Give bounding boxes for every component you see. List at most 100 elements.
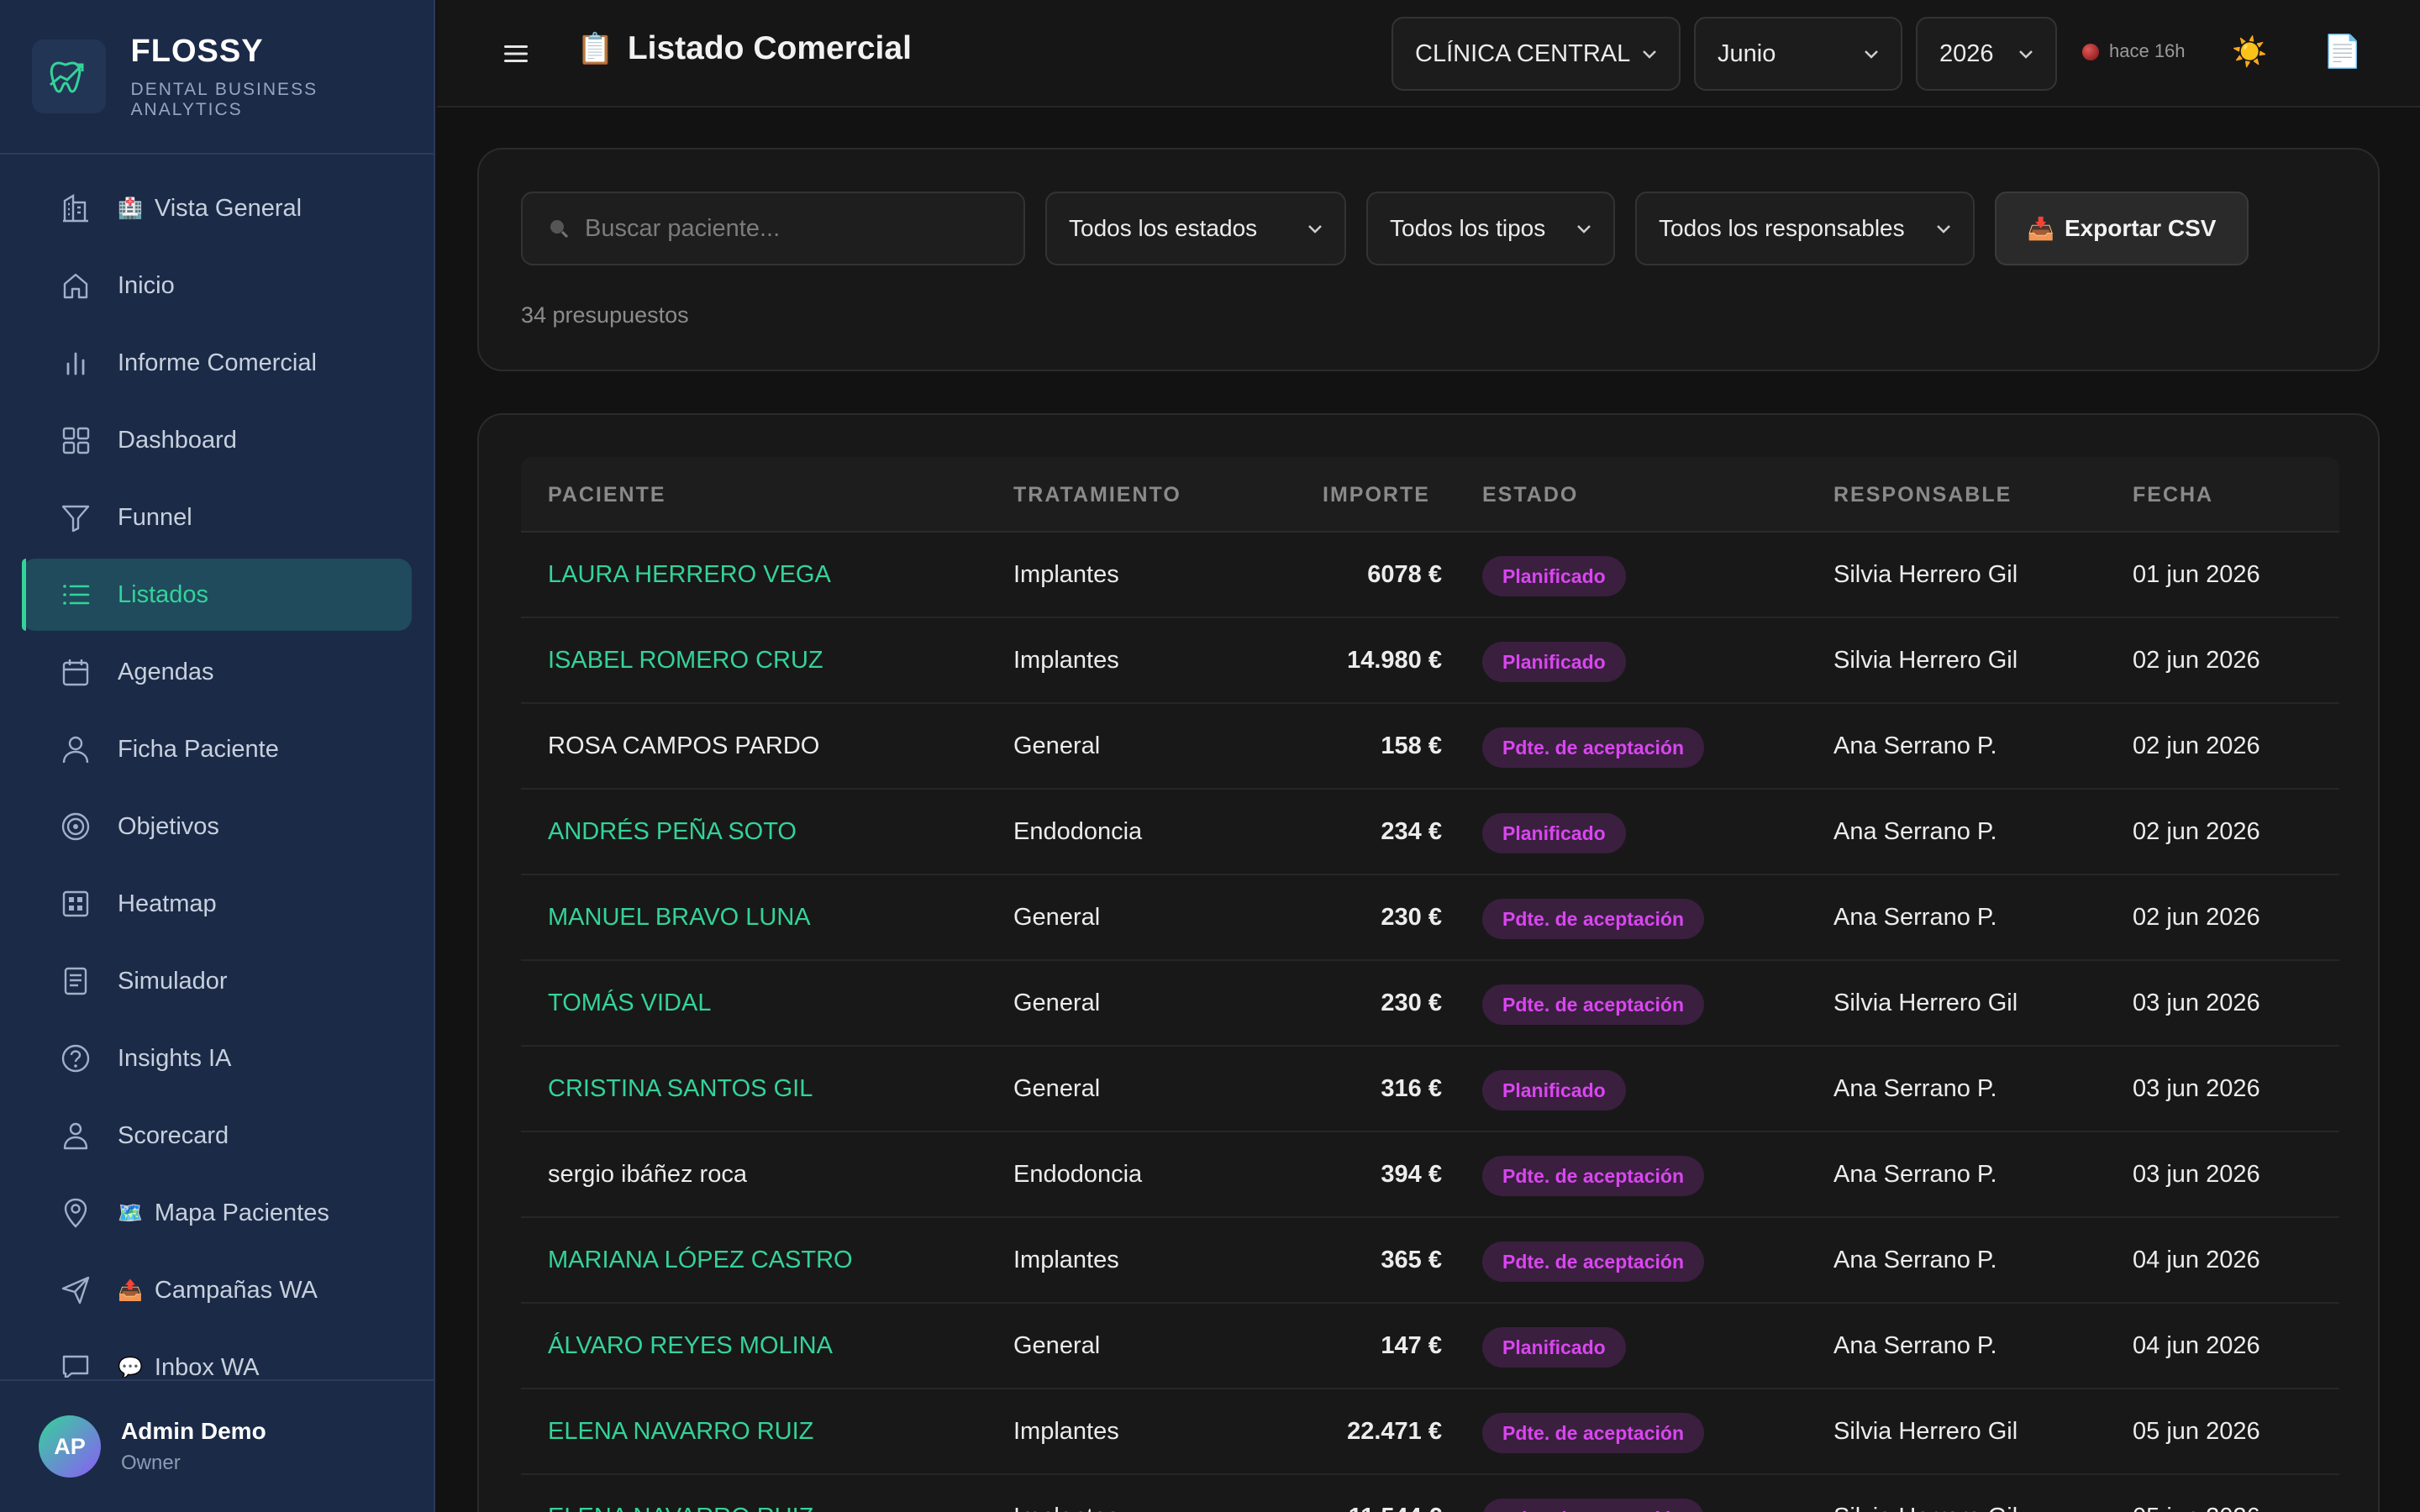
amount-cell: 147 € bbox=[1381, 1332, 1442, 1359]
patient-name-link[interactable]: ANDRÉS PEÑA SOTO bbox=[548, 790, 797, 874]
estado-filter-value: Todos los estados bbox=[1069, 215, 1258, 241]
column-header-importe[interactable]: IMPORTE bbox=[1323, 457, 1430, 533]
table-row[interactable]: sergio ibáñez roca Endodoncia 394 € Pdte. d… bbox=[521, 1132, 2339, 1218]
sidebar-item-dashboard[interactable]: Dashboard bbox=[22, 404, 412, 476]
sidebar: FLOSSY DENTAL BUSINESS ANALYTICS 🏥 Vista … bbox=[0, 0, 435, 1512]
sidebar-item-mapa-pacientes[interactable]: 🗺️ Mapa Pacientes bbox=[22, 1177, 412, 1249]
date-cell: 01 jun 2026 bbox=[2133, 561, 2260, 588]
table-row[interactable]: LAURA HERRERO VEGA Implantes 6078 € Planifi… bbox=[521, 533, 2339, 618]
responsible-cell: Silvia Herrero Gil bbox=[1833, 990, 2018, 1016]
sidebar-item-insights-ia[interactable]: Insights IA bbox=[22, 1022, 412, 1095]
status-badge: Planificado bbox=[1482, 1070, 1626, 1110]
search-input[interactable] bbox=[585, 214, 1005, 243]
patient-name-link[interactable]: ELENA NAVARRO RUIZ bbox=[548, 1389, 813, 1473]
column-header-tratamiento[interactable]: TRATAMIENTO bbox=[1013, 457, 1181, 533]
brand[interactable]: FLOSSY DENTAL BUSINESS ANALYTICS bbox=[0, 0, 434, 155]
sidebar-item-inicio[interactable]: Inicio bbox=[22, 249, 412, 322]
patient-name-link[interactable]: CRISTINA SANTOS GIL bbox=[548, 1047, 813, 1131]
sidebar-item-label: Agendas bbox=[118, 658, 214, 685]
status-badge: Pdte. de aceptación bbox=[1482, 1499, 1705, 1512]
clinic-select-value: CLÍNICA CENTRAL bbox=[1415, 39, 1631, 67]
patient-name-link[interactable]: ÁLVARO REYES MOLINA bbox=[548, 1304, 833, 1388]
user-name: Admin Demo bbox=[121, 1418, 266, 1444]
amount-cell: 11.544 € bbox=[1274, 1475, 1442, 1512]
sidebar-item-ficha-paciente[interactable]: Ficha Paciente bbox=[22, 713, 412, 785]
patient-name-link[interactable]: ISABEL ROMERO CRUZ bbox=[548, 618, 823, 702]
table-row[interactable]: ELENA NAVARRO RUIZ Implantes 11.544 € Pdte.… bbox=[521, 1475, 2339, 1512]
status-badge: Pdte. de aceptación bbox=[1482, 1413, 1705, 1453]
tipo-filter-select[interactable]: Todos los tipos bbox=[1366, 192, 1615, 265]
funnel-icon bbox=[59, 501, 92, 534]
sync-status-dot bbox=[2082, 44, 2099, 60]
table-row[interactable]: ÁLVARO REYES MOLINA General 147 € Planifica… bbox=[521, 1304, 2339, 1389]
sidebar-item-inbox-wa[interactable]: 💬 Inbox WA bbox=[22, 1331, 412, 1378]
page-title: 📋 Listado Comercial bbox=[576, 30, 912, 67]
responsible-cell: Ana Serrano P. bbox=[1833, 904, 1997, 931]
sidebar-item-simulador[interactable]: Simulador bbox=[22, 945, 412, 1017]
sidebar-item-objetivos[interactable]: Objetivos bbox=[22, 790, 412, 863]
patient-name-link[interactable]: ELENA NAVARRO RUIZ bbox=[548, 1475, 813, 1512]
responsible-cell: Ana Serrano P. bbox=[1833, 1161, 1997, 1188]
responsible-cell: Ana Serrano P. bbox=[1833, 818, 1997, 845]
sidebar-item-label: Objetivos bbox=[118, 812, 219, 840]
sidebar-item-listados[interactable]: Listados bbox=[22, 559, 412, 631]
responsable-filter-select[interactable]: Todos los responsables bbox=[1635, 192, 1975, 265]
document-icon[interactable]: 📄 bbox=[2323, 34, 2362, 71]
table-row[interactable]: TOMÁS VIDAL General 230 € Pdte. de aceptaci… bbox=[521, 961, 2339, 1047]
amount-cell: 230 € bbox=[1381, 990, 1442, 1016]
building-icon bbox=[59, 192, 92, 225]
patient-name: ROSA CAMPOS PARDO bbox=[548, 732, 820, 759]
table-row[interactable]: ROSA CAMPOS PARDO General 158 € Pdte. de ac… bbox=[521, 704, 2339, 790]
patient-name-link[interactable]: MANUEL BRAVO LUNA bbox=[548, 875, 811, 959]
table-row[interactable]: ISABEL ROMERO CRUZ Implantes 14.980 € Plani… bbox=[521, 618, 2339, 704]
table-body: LAURA HERRERO VEGA Implantes 6078 € Planifi… bbox=[521, 533, 2339, 1512]
sidebar-item-label: Vista General bbox=[154, 194, 302, 222]
sidebar-item-label: Funnel bbox=[118, 503, 192, 531]
sidebar-item-informe-comercial[interactable]: Informe Comercial bbox=[22, 327, 412, 399]
hamburger-menu-icon[interactable] bbox=[501, 39, 531, 69]
status-badge: Planificado bbox=[1482, 642, 1626, 682]
patient-name-link[interactable]: MARIANA LÓPEZ CASTRO bbox=[548, 1218, 853, 1302]
sidebar-item-label: Inbox WA bbox=[154, 1353, 260, 1378]
table-row[interactable]: ELENA NAVARRO RUIZ Implantes 22.471 € Pdte.… bbox=[521, 1389, 2339, 1475]
brand-subtitle: DENTAL BUSINESS ANALYTICS bbox=[130, 79, 318, 119]
year-select[interactable]: 2026 bbox=[1916, 17, 2057, 91]
table-row[interactable]: MANUEL BRAVO LUNA General 230 € Pdte. de ac… bbox=[521, 875, 2339, 961]
sidebar-item-heatmap[interactable]: Heatmap bbox=[22, 868, 412, 940]
export-csv-button[interactable]: 📥 Exportar CSV bbox=[1995, 192, 2249, 265]
treatment-cell: Implantes bbox=[1013, 1247, 1119, 1273]
sidebar-item-funnel[interactable]: Funnel bbox=[22, 481, 412, 554]
theme-toggle-icon[interactable]: ☀️ bbox=[2232, 35, 2267, 69]
column-header-estado[interactable]: ESTADO bbox=[1482, 457, 1578, 533]
sidebar-item-scorecard[interactable]: Scorecard bbox=[22, 1100, 412, 1172]
search-box[interactable] bbox=[521, 192, 1025, 265]
month-select[interactable]: Junio bbox=[1694, 17, 1902, 91]
date-cell: 02 jun 2026 bbox=[2133, 732, 2260, 759]
estado-filter-select[interactable]: Todos los estados bbox=[1045, 192, 1346, 265]
status-badge: Pdte. de aceptación bbox=[1482, 899, 1705, 939]
results-count: 34 presupuestos bbox=[521, 302, 689, 328]
sidebar-item-campanas-wa[interactable]: 📤 Campañas WA bbox=[22, 1254, 412, 1326]
sidebar-item-agendas[interactable]: Agendas bbox=[22, 636, 412, 708]
column-header-paciente[interactable]: PACIENTE bbox=[548, 457, 666, 533]
patient-name-link[interactable]: LAURA HERRERO VEGA bbox=[548, 533, 831, 617]
patient-name-link[interactable]: TOMÁS VIDAL bbox=[548, 961, 711, 1045]
column-header-responsable[interactable]: RESPONSABLE bbox=[1833, 457, 2012, 533]
sidebar-item-vista-general[interactable]: 🏥 Vista General bbox=[22, 172, 412, 244]
table-header: PACIENTE TRATAMIENTO IMPORTE ESTADO RESP… bbox=[521, 457, 2339, 533]
table-row[interactable]: ANDRÉS PEÑA SOTO Endodoncia 234 € Planifica… bbox=[521, 790, 2339, 875]
chat-icon bbox=[59, 1351, 92, 1378]
responsible-cell: Silvia Herrero Gil bbox=[1833, 1418, 2018, 1445]
date-cell: 04 jun 2026 bbox=[2133, 1247, 2260, 1273]
table-row[interactable]: CRISTINA SANTOS GIL General 316 € Planifica… bbox=[521, 1047, 2339, 1132]
table-row[interactable]: MARIANA LÓPEZ CASTRO Implantes 365 € Pdte. … bbox=[521, 1218, 2339, 1304]
clinic-select[interactable]: CLÍNICA CENTRAL bbox=[1392, 17, 1681, 91]
user-profile[interactable]: AP Admin Demo Owner bbox=[0, 1379, 434, 1512]
sidebar-item-label: Informe Comercial bbox=[118, 349, 317, 376]
user-icon bbox=[59, 732, 92, 766]
status-badge: Pdte. de aceptación bbox=[1482, 727, 1705, 768]
chevron-down-icon bbox=[1308, 225, 1322, 234]
sidebar-item-label: Ficha Paciente bbox=[118, 735, 279, 763]
page-title-text: Listado Comercial bbox=[627, 30, 912, 66]
column-header-fecha[interactable]: FECHA bbox=[2133, 457, 2213, 533]
